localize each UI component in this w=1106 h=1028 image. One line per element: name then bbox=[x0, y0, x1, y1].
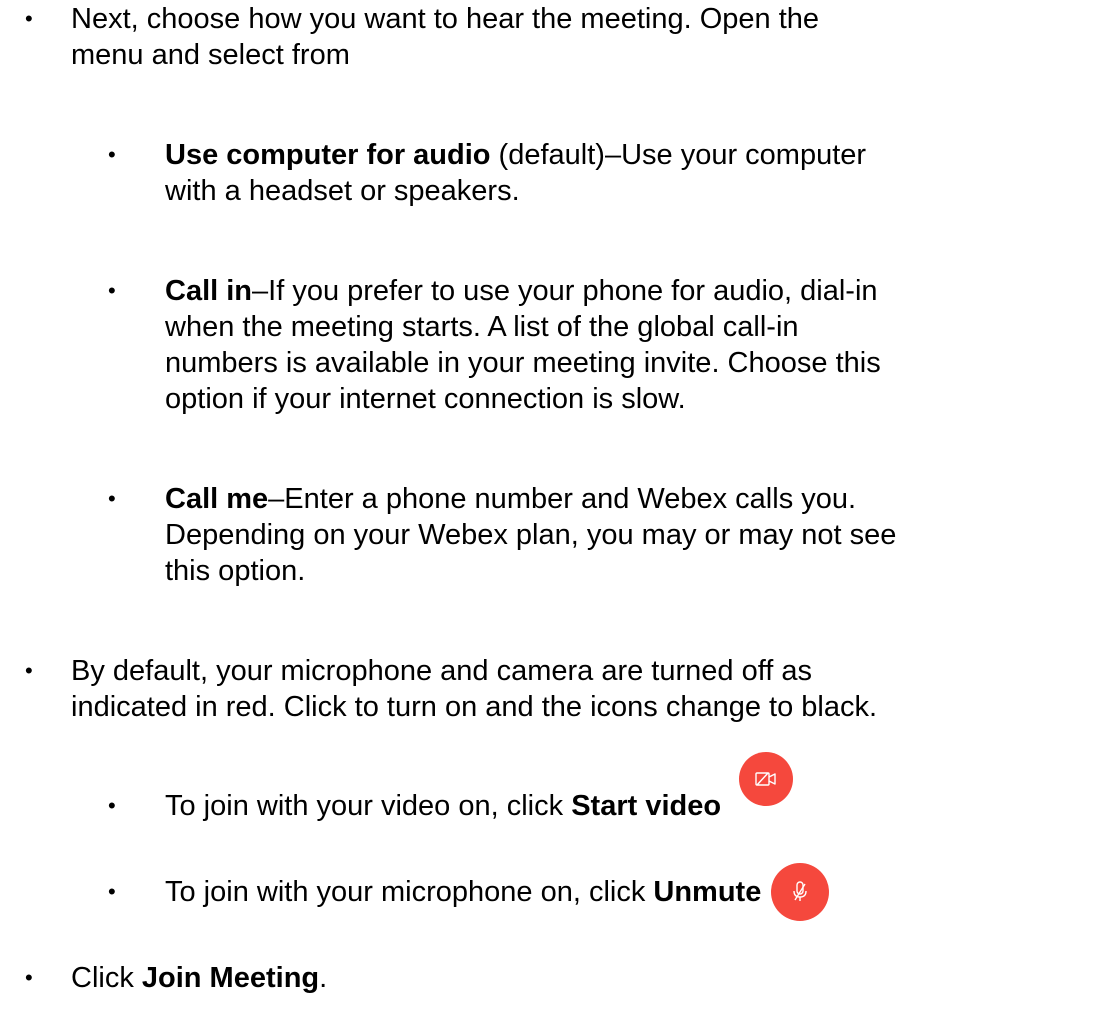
list-item-text: Call me–Enter a phone number and Webex c… bbox=[165, 481, 896, 589]
microphone-off-icon bbox=[793, 881, 807, 901]
list-item-text: Click Join Meeting. bbox=[71, 960, 327, 996]
option-description: –Enter a phone number and Webex calls yo… bbox=[268, 483, 857, 515]
bullet: • bbox=[108, 793, 116, 818]
bullet: • bbox=[108, 278, 116, 303]
text-line: this option. bbox=[165, 555, 306, 587]
option-name: Use computer for audio bbox=[165, 139, 491, 171]
option-description: (default)–Use your computer bbox=[490, 139, 867, 171]
bullet: • bbox=[108, 486, 116, 511]
option-name: Call in bbox=[165, 275, 253, 307]
text-line: Next, choose how you want to hear the me… bbox=[71, 3, 820, 35]
start-video-button[interactable] bbox=[739, 752, 793, 806]
bullet: • bbox=[25, 658, 33, 683]
list-item-text: By default, your microphone and camera a… bbox=[71, 653, 877, 725]
text-line: indicated in red. Click to turn on and t… bbox=[71, 691, 878, 723]
control-name: Start video bbox=[571, 790, 722, 822]
list-item-text: To join with your video on, click Start … bbox=[165, 788, 721, 824]
list-item-text: Next, choose how you want to hear the me… bbox=[71, 1, 819, 73]
text-line: numbers is available in your meeting inv… bbox=[165, 347, 881, 379]
instruction-text: Click bbox=[71, 962, 142, 994]
instruction-text: To join with your microphone on, click bbox=[165, 876, 654, 908]
option-description: –If you prefer to use your phone for aud… bbox=[252, 275, 878, 307]
control-name: Unmute bbox=[653, 876, 762, 908]
punctuation: . bbox=[319, 962, 328, 994]
text-line: option if your internet connection is sl… bbox=[165, 383, 686, 415]
bullet: • bbox=[108, 142, 116, 167]
list-item-text: To join with your microphone on, click U… bbox=[165, 874, 761, 910]
bullet: • bbox=[25, 6, 33, 31]
bullet: • bbox=[25, 965, 33, 990]
bullet: • bbox=[108, 879, 116, 904]
unmute-button[interactable] bbox=[771, 863, 829, 921]
text-line: By default, your microphone and camera a… bbox=[71, 655, 813, 687]
text-line: when the meeting starts. A list of the g… bbox=[165, 311, 799, 343]
video-off-icon bbox=[755, 772, 776, 786]
instruction-text: To join with your video on, click bbox=[165, 790, 572, 822]
list-item-text: Use computer for audio (default)–Use you… bbox=[165, 137, 866, 209]
control-name: Join Meeting bbox=[141, 962, 320, 994]
list-item-text: Call in–If you prefer to use your phone … bbox=[165, 273, 881, 417]
text-line: menu and select from bbox=[71, 39, 350, 71]
option-name: Call me bbox=[165, 483, 269, 515]
text-line: Depending on your Webex plan, you may or… bbox=[165, 519, 897, 551]
text-line: with a headset or speakers. bbox=[165, 175, 520, 207]
